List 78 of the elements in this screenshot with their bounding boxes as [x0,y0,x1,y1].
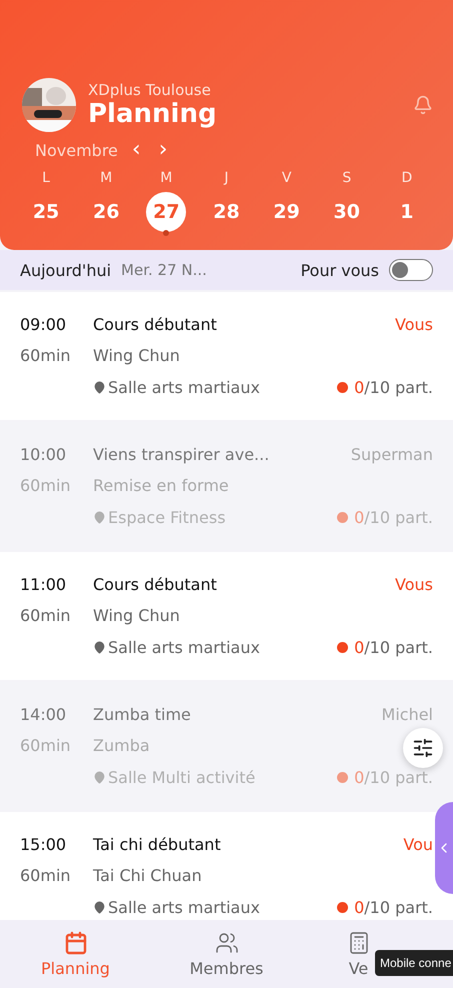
session-time: 14:00 [20,704,68,724]
coach-name: Vous [395,574,433,594]
session-duration: 60min [20,606,72,625]
participant-count: 0/10 part. [354,768,433,786]
activity-name: Wing Chun [93,346,181,365]
session-title: Viens transpirer ave... [93,444,270,464]
date-label: Mer. 27 N... [121,261,208,279]
room-name: Salle arts martiaux [108,378,260,396]
page-title: Planning [88,99,218,129]
toggle-switch[interactable] [389,259,433,281]
session-title: Zumba time [93,704,192,724]
previous-month-button[interactable]: ‹ [128,140,145,160]
weekday-letter: J [224,170,229,186]
session-duration: 60min [20,736,72,755]
activity-name: Tai Chi Chuan [93,866,203,885]
coach-name: Vous [395,314,433,334]
pin-icon [93,510,106,524]
status-dot [337,382,348,392]
participant-count: 0/10 part. [354,638,433,656]
pin-icon [93,900,106,914]
weekday-letter: D [402,170,412,186]
room-name: Salle arts martiaux [108,638,260,656]
session-card[interactable]: 09:00 Cours débutant Vous 60min Wing Chun Salle arts martiaux 0/10 part. [0,292,453,420]
activity-name: Remise en forme [93,476,230,495]
pin-icon [93,770,106,784]
participant-count: 0/10 part. [354,378,433,396]
session-title: Cours débutant [93,574,218,594]
session-time: 11:00 [20,574,68,594]
nav-tab[interactable]: Membres [151,920,302,988]
participant-count: 0/10 part. [354,898,433,916]
session-title: Cours débutant [93,314,218,334]
nav-tab[interactable]: Planning [0,920,151,988]
coach-name: Vou [403,834,433,854]
calendar-icon [64,930,88,954]
session-time: 15:00 [20,834,68,854]
sliders-icon [412,737,434,759]
day-button[interactable]: 28 [206,192,246,232]
side-panel-button[interactable] [435,802,453,894]
day-button[interactable]: 1 [386,192,427,232]
session-card[interactable]: 15:00 Tai chi débutant Vou 60min Tai Chi Chuan Salle arts martiaux 0/10 part. [0,812,453,920]
pin-icon [93,380,106,394]
filter-label: Pour vous [300,260,379,280]
tooltip: Mobile conne [375,950,453,976]
weekday-letter: M [100,170,112,186]
coach-name: Superman [350,444,433,464]
weekday-letter: S [342,170,352,186]
session-time: 10:00 [20,444,68,464]
people-icon [214,930,238,954]
day-button[interactable]: 26 [86,192,126,232]
month-label: Novembre [35,140,118,160]
weekday-letter: M [160,170,172,186]
today-label: Aujourd'hui [20,260,112,280]
day-button[interactable]: 30 [326,192,367,232]
status-dot [337,512,348,522]
status-dot [337,772,348,782]
session-time: 09:00 [20,314,68,334]
next-month-button[interactable]: › [154,140,172,160]
room-name: Salle Multi activité [108,768,256,786]
status-dot [337,642,348,652]
pin-icon [93,640,106,654]
session-duration: 60min [20,866,72,885]
day-button[interactable]: 29 [266,192,307,232]
coach-name: Michel [382,704,433,724]
activity-name: Wing Chun [93,606,181,625]
weekday-letter: V [282,170,292,186]
room-name: Salle arts martiaux [108,898,260,916]
participant-count: 0/10 part. [354,508,433,526]
session-title: Tai chi débutant [93,834,222,854]
session-duration: 60min [20,346,72,365]
activity-name: Zumba [93,736,151,755]
session-card[interactable]: 11:00 Cours débutant Vous 60min Wing Chun Salle arts martiaux 0/10 part. [0,552,453,680]
weekday-letter: L [42,170,50,186]
room-name: Espace Fitness [108,508,226,526]
event-dot [163,230,170,236]
day-button[interactable]: 25 [26,192,66,232]
status-dot [337,902,348,912]
club-name: XDplus Toulouse [88,81,212,99]
session-duration: 60min [20,476,72,495]
